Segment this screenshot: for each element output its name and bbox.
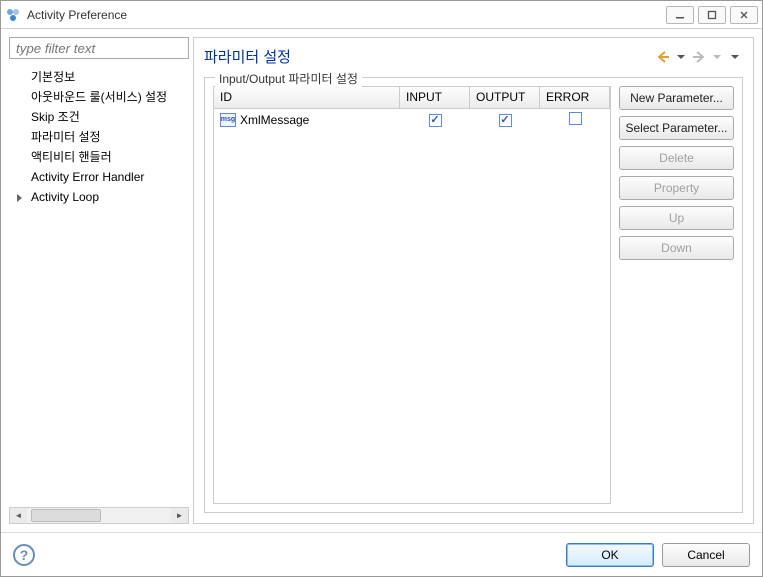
row-id-text: XmlMessage xyxy=(240,113,309,127)
down-button[interactable]: Down xyxy=(619,236,734,260)
close-button[interactable] xyxy=(730,6,758,24)
tree-item-basic-info[interactable]: 기본정보 xyxy=(9,67,189,87)
content-pane: 파라미터 설정 Input/Output 파라미터 설정 ID xyxy=(193,37,754,524)
app-icon xyxy=(5,7,21,23)
back-menu-icon[interactable] xyxy=(673,49,689,65)
error-checkbox[interactable] xyxy=(569,112,582,125)
filter-input[interactable] xyxy=(9,37,189,59)
page-title: 파라미터 설정 xyxy=(204,46,653,67)
window-title: Activity Preference xyxy=(27,8,666,22)
back-icon[interactable] xyxy=(655,49,671,65)
output-checkbox[interactable] xyxy=(499,114,512,127)
forward-icon[interactable] xyxy=(691,49,707,65)
group-legend: Input/Output 파라미터 설정 xyxy=(215,70,362,87)
ok-button[interactable]: OK xyxy=(566,543,654,567)
tree-item-outbound-rule[interactable]: 아웃바운드 룰(서비스) 설정 xyxy=(9,87,189,107)
scroll-thumb[interactable] xyxy=(31,509,101,522)
scroll-left-button[interactable]: ◄ xyxy=(10,508,27,523)
select-parameter-button[interactable]: Select Parameter... xyxy=(619,116,734,140)
nav-tree: 기본정보 아웃바운드 룰(서비스) 설정 Skip 조건 파라미터 설정 액티비… xyxy=(9,63,189,507)
col-error[interactable]: ERROR xyxy=(540,87,610,108)
input-checkbox[interactable] xyxy=(429,114,442,127)
property-button[interactable]: Property xyxy=(619,176,734,200)
tree-item-activity-error-handler[interactable]: Activity Error Handler xyxy=(9,167,189,187)
maximize-button[interactable] xyxy=(698,6,726,24)
parameter-groupbox: Input/Output 파라미터 설정 ID INPUT OUTPUT ERR… xyxy=(204,77,743,513)
parameter-table: ID INPUT OUTPUT ERROR msg XmlMessage xyxy=(213,86,611,504)
col-id[interactable]: ID xyxy=(214,87,400,108)
message-icon: msg xyxy=(220,113,236,127)
scroll-track[interactable] xyxy=(27,508,171,523)
help-icon[interactable]: ? xyxy=(13,544,35,566)
tree-item-skip-condition[interactable]: Skip 조건 xyxy=(9,107,189,127)
dialog-body: 기본정보 아웃바운드 룰(서비스) 설정 Skip 조건 파라미터 설정 액티비… xyxy=(1,29,762,532)
dialog-footer: ? OK Cancel xyxy=(1,532,762,576)
tree-item-activity-loop[interactable]: Activity Loop xyxy=(9,187,189,207)
cancel-button[interactable]: Cancel xyxy=(662,543,750,567)
table-header: ID INPUT OUTPUT ERROR xyxy=(214,87,610,109)
sidebar-hscrollbar[interactable]: ◄ ► xyxy=(9,507,189,524)
forward-menu-icon[interactable] xyxy=(709,49,725,65)
scroll-right-button[interactable]: ► xyxy=(171,508,188,523)
sidebar: 기본정보 아웃바운드 룰(서비스) 설정 Skip 조건 파라미터 설정 액티비… xyxy=(9,37,189,524)
titlebar: Activity Preference xyxy=(1,1,762,29)
new-parameter-button[interactable]: New Parameter... xyxy=(619,86,734,110)
table-row[interactable]: msg XmlMessage xyxy=(214,109,610,130)
tree-item-parameter-setting[interactable]: 파라미터 설정 xyxy=(9,127,189,147)
col-output[interactable]: OUTPUT xyxy=(470,87,540,108)
tree-item-activity-handler[interactable]: 액티비티 핸들러 xyxy=(9,147,189,167)
content-header: 파라미터 설정 xyxy=(194,38,753,73)
col-input[interactable]: INPUT xyxy=(400,87,470,108)
minimize-button[interactable] xyxy=(666,6,694,24)
dropdown-menu-icon[interactable] xyxy=(727,49,743,65)
button-column: New Parameter... Select Parameter... Del… xyxy=(619,86,734,504)
table-body: msg XmlMessage xyxy=(214,109,610,503)
up-button[interactable]: Up xyxy=(619,206,734,230)
delete-button[interactable]: Delete xyxy=(619,146,734,170)
